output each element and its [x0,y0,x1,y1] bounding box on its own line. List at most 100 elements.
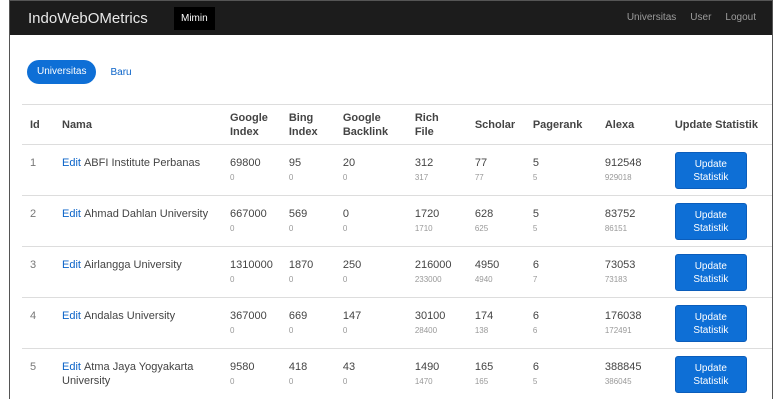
cell-alexa: 388845 386045 [596,348,667,399]
edit-link[interactable]: Edit [62,157,81,169]
cell-pagerank: 55 [524,195,597,247]
bing-index-value: 1870 [288,259,314,271]
row-id: 1 [30,157,37,169]
alexa-previous-value: 386045 [604,377,632,386]
header-nama: Nama [54,104,222,145]
update-statistik-button[interactable]: Update Statistik [674,356,747,393]
cell-rich-file: 1490 1470 [406,348,467,399]
cell-bing-index: 95 0 [280,144,335,196]
google-backlink-value: 250 [342,259,362,271]
nav-item-mimin[interactable]: Mimin [174,7,215,30]
header-google-backlink: Google Backlink [334,104,407,145]
header-google-index: Google Index [222,104,281,145]
google-backlink-value: 43 [342,361,356,373]
cell-google-backlink: 20 0 [334,144,407,196]
cell-nama: Edit Ahmad Dahlan University [54,195,222,247]
google-index-previous-value: 0 [230,224,235,233]
university-name: ABFI Institute Perbanas [83,157,201,169]
university-name: Airlangga University [83,259,182,271]
alexa-value: 912548 [604,157,642,169]
rich-file-value: 1720 [414,208,440,220]
update-statistik-button[interactable]: Update Statistik [674,254,747,291]
bing-index-value: 669 [288,310,308,322]
cell-id: 3 [22,246,54,298]
google-backlink-previous-value: 0 [342,173,348,182]
cell-rich-file: 216000 233000 [406,246,467,298]
cell-rich-file: 312 317 [406,144,467,196]
google-index-value: 1310000 [230,259,273,271]
brand-title[interactable]: IndoWebOMetrics [28,10,148,27]
pagerank-previous-value: 6 [532,326,538,335]
cell-update: Update Statistik [666,144,772,196]
table-row: 2 Edit Ahmad Dahlan University 667000 0 569 0 0… [22,195,772,247]
cell-scholar: 174 138 [466,297,525,349]
bing-index-previous-value: 0 [288,275,294,284]
edit-link[interactable]: Edit [62,310,81,322]
table-row: 4 Edit Andalas University 367000 0 669 0 147 0 30… [22,297,772,349]
google-backlink-previous-value: 0 [342,275,348,284]
google-index-previous-value: 0 [230,377,235,386]
cell-google-backlink: 147 0 [334,297,407,349]
cell-scholar: 628 625 [466,195,525,247]
cell-nama: Edit ABFI Institute Perbanas [54,144,222,196]
bing-index-previous-value: 0 [288,377,294,386]
nav-item-logout[interactable]: Logout [725,1,756,35]
header-scholar: Scholar [466,104,525,145]
cell-update: Update Statistik [666,195,772,247]
university-name: Ahmad Dahlan University [83,208,209,220]
edit-link[interactable]: Edit [62,259,81,271]
nav-item-universitas[interactable]: Universitas [627,1,676,35]
header-id: Id [22,104,54,145]
google-backlink-previous-value: 0 [342,224,348,233]
cell-scholar: 4950 4940 [466,246,525,298]
scholar-value: 174 [474,310,494,322]
cell-google-index: 1310000 0 [222,246,281,298]
scholar-value: 4950 [474,259,500,271]
update-statistik-button[interactable]: Update Statistik [674,305,747,342]
google-backlink-value: 147 [342,310,362,322]
header-update-statistik: Update Statistik [666,104,772,145]
pill-universitas[interactable]: Universitas [27,60,97,84]
google-index-value: 367000 [230,310,267,322]
cell-id: 4 [22,297,54,349]
cell-nama: Edit Airlangga University [54,246,222,298]
cell-nama: Edit Atma Jaya Yogyakarta University [54,348,222,399]
rich-file-previous-value: 1470 [414,377,433,386]
edit-link[interactable]: Edit [62,208,81,220]
nav-item-user[interactable]: User [690,1,711,35]
bing-index-value: 95 [288,157,302,169]
cell-google-backlink: 00 [334,195,407,247]
edit-link[interactable]: Edit [62,361,81,373]
rich-file-value: 216000 [414,259,452,271]
table-row: 5 Edit Atma Jaya Yogyakarta University 9580… [22,348,772,399]
scholar-previous-value: 4940 [474,275,493,284]
pagerank-value: 6 [532,361,539,373]
rich-file-previous-value: 28400 [414,326,438,335]
google-index-value: 69800 [230,157,261,169]
row-id: 2 [30,208,37,220]
scholar-previous-value: 77 [474,173,484,182]
update-statistik-button[interactable]: Update Statistik [674,152,747,189]
pill-baru[interactable]: Baru [110,67,131,78]
cell-google-backlink: 43 0 [334,348,407,399]
university-name: Andalas University [83,310,176,322]
google-index-previous-value: 0 [230,326,235,335]
header-rich-file: Rich File [406,104,467,145]
cell-bing-index: 418 0 [280,348,335,399]
scholar-value: 628 [474,208,494,220]
bing-index-value: 418 [288,361,308,373]
cell-rich-file: 30100 28400 [406,297,467,349]
table-row: 3 Edit Airlangga University 1310000 0 1870 0 25… [22,246,772,298]
alexa-value: 388845 [604,361,642,373]
cell-google-index: 667000 0 [222,195,281,247]
cell-id: 5 [22,348,54,399]
cell-google-backlink: 250 0 [334,246,407,298]
update-statistik-button[interactable]: Update Statistik [674,203,747,240]
alexa-previous-value: 86151 [604,224,628,233]
cell-rich-file: 1720 1710 [406,195,467,247]
table-row: 1 Edit ABFI Institute Perbanas 69800 0 95 0 20 0… [22,144,772,196]
nav-right: Universitas User Logout [627,1,756,35]
cell-pagerank: 65 [524,348,597,399]
cell-update: Update Statistik [666,246,772,298]
pagerank-previous-value: 5 [532,377,538,386]
